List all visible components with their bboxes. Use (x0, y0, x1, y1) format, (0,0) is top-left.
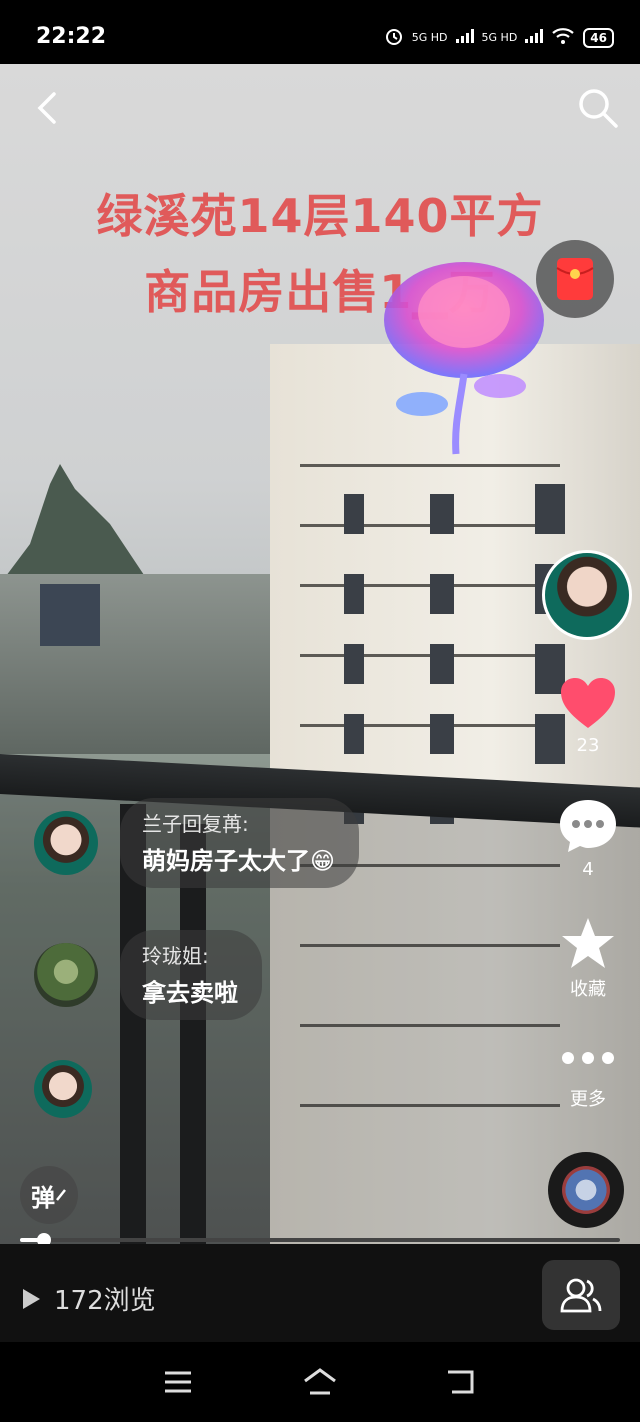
people-icon (560, 1278, 602, 1313)
music-disc-button[interactable] (548, 1152, 624, 1228)
menu-icon (165, 1371, 191, 1393)
home-button[interactable] (300, 1362, 340, 1402)
chevron-left-icon (37, 92, 56, 124)
video-progress-bar[interactable] (20, 1233, 620, 1247)
status-icons: 5G HD 5G HD 46 (384, 26, 614, 49)
views-count: 172浏览 (54, 1286, 156, 1316)
signal-2-label: 5G HD (481, 31, 518, 44)
comment-author: 兰子回复苒: (142, 812, 249, 836)
back-button[interactable] (30, 90, 66, 126)
search-icon (579, 89, 618, 128)
battery-indicator: 46 (583, 27, 614, 48)
commenter-avatar (34, 1060, 92, 1118)
star-icon (562, 918, 614, 968)
commenter-avatar (34, 811, 98, 875)
signal-1-label: 5G HD (411, 31, 448, 44)
comment-bubble: 玲珑姐: 拿去卖啦 (120, 930, 262, 1020)
heart-icon (561, 678, 615, 728)
like-count: 23 (576, 735, 600, 756)
music-cover (562, 1166, 610, 1214)
commenter-avatar (34, 943, 98, 1007)
author-avatar[interactable] (542, 550, 632, 640)
alarm-icon (384, 26, 404, 49)
floating-comment[interactable] (34, 1060, 92, 1118)
floating-comment[interactable]: 玲珑姐: 拿去卖啦 (34, 930, 262, 1020)
danmu-toggle-button[interactable]: 弹 (20, 1166, 78, 1224)
rose-gift-icon (384, 262, 544, 455)
more-label: 更多 (570, 1089, 606, 1110)
wifi-icon (551, 27, 575, 48)
status-bar: 22:22 5G HD 5G HD 46 (0, 0, 640, 64)
signal-bars-icon (455, 29, 474, 46)
home-icon (304, 1368, 336, 1395)
distant-building (40, 584, 100, 646)
red-envelope-icon (556, 258, 594, 300)
comment-bubble: 兰子回复苒: 萌妈房子太大了😁 (120, 798, 360, 888)
comment-count: 4 (582, 859, 594, 880)
back-nav-button[interactable] (442, 1362, 482, 1402)
comment-text: 拿去卖啦 (142, 979, 238, 1007)
pen-icon (56, 1189, 66, 1201)
favorite-label: 收藏 (570, 979, 606, 1000)
comment-author: 玲珑姐: (142, 944, 209, 968)
video-title-line1: 绿溪苑14层140平方 (96, 189, 544, 243)
search-button[interactable] (576, 86, 620, 130)
danmu-label: 弹 (31, 1183, 55, 1212)
return-icon (448, 1370, 474, 1394)
floating-comment[interactable]: 兰子回复苒: 萌妈房子太大了😁 (34, 798, 360, 888)
favorite-button[interactable]: 收藏 (548, 916, 628, 1001)
play-icon (23, 1288, 40, 1309)
views-info: 172浏览 (20, 1280, 156, 1317)
like-button[interactable]: 23 (548, 676, 628, 756)
signal-bars-icon (525, 29, 544, 46)
comment-bubble-icon (560, 800, 616, 852)
comment-text: 萌妈房子太大了😁 (142, 847, 336, 875)
comment-button[interactable]: 4 (548, 798, 628, 880)
recent-apps-button[interactable] (158, 1362, 198, 1402)
friends-button[interactable] (542, 1260, 620, 1330)
more-dots-icon (562, 1052, 614, 1064)
more-button[interactable]: 更多 (548, 1048, 628, 1111)
status-time: 22:22 (36, 24, 107, 49)
